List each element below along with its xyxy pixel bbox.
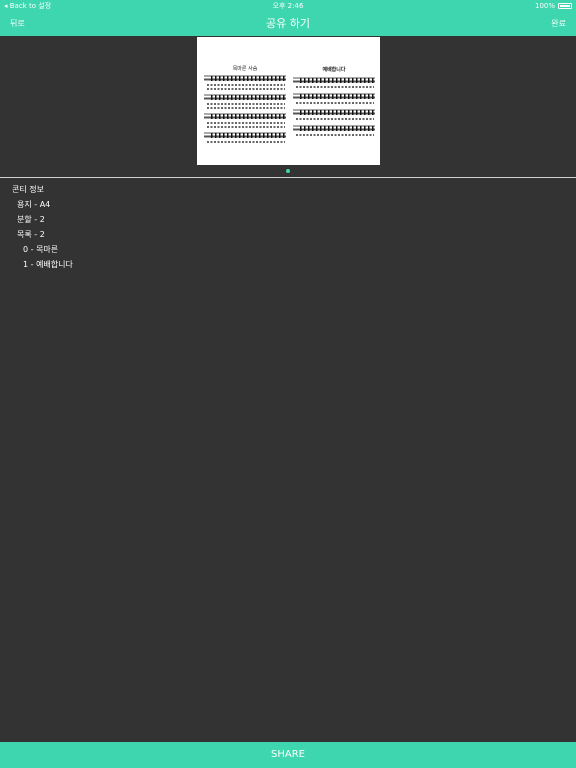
battery-percent: 100% bbox=[534, 2, 555, 10]
page-title: 공유 하기 bbox=[266, 17, 310, 30]
lyric-line bbox=[296, 86, 374, 88]
note-row bbox=[211, 133, 285, 138]
page-indicator-dot[interactable] bbox=[286, 169, 290, 173]
lyric-line bbox=[207, 107, 285, 109]
note-row bbox=[211, 76, 285, 81]
lyric-line bbox=[207, 84, 285, 86]
list-item: 0 - 목마른 bbox=[23, 245, 59, 254]
status-time: 오후 2:46 bbox=[272, 2, 304, 10]
info-list-count: 목록 - 2 bbox=[17, 230, 45, 239]
navigation-bar: 뒤로 공유 하기 완료 bbox=[0, 12, 576, 36]
note-row bbox=[300, 94, 374, 99]
lyric-line bbox=[296, 134, 374, 136]
status-bar: ◂ Back to 설정 오후 2:46 100% bbox=[0, 0, 576, 12]
note-row bbox=[300, 78, 374, 83]
battery-indicator: 100% bbox=[535, 0, 572, 12]
list-item: 1 - 예배합니다 bbox=[23, 260, 73, 269]
info-heading: 콘티 정보 bbox=[12, 185, 44, 194]
note-row bbox=[300, 110, 374, 115]
note-row bbox=[300, 126, 374, 131]
lyric-line bbox=[296, 118, 374, 120]
lyric-line bbox=[207, 88, 285, 90]
note-row bbox=[211, 95, 285, 100]
lyric-line bbox=[207, 126, 285, 128]
done-button[interactable]: 완료 bbox=[551, 12, 566, 36]
info-paper: 용지 - A4 bbox=[17, 200, 51, 209]
battery-icon bbox=[558, 3, 572, 9]
sheet-right-title: 예배합니다 bbox=[322, 67, 346, 73]
lyric-line bbox=[207, 122, 285, 124]
info-split: 분할 - 2 bbox=[17, 215, 45, 224]
sheet-preview[interactable]: 목마른 사슴 예배합니다 bbox=[197, 37, 380, 165]
lyric-line bbox=[207, 141, 285, 143]
lyric-line bbox=[207, 103, 285, 105]
divider bbox=[0, 177, 576, 178]
share-button[interactable]: SHARE bbox=[0, 742, 576, 768]
sheet-right: 예배합니다 bbox=[290, 37, 378, 165]
note-row bbox=[211, 114, 285, 119]
sheet-left-title: 목마른 사슴 bbox=[232, 66, 258, 72]
sheet-left: 목마른 사슴 bbox=[201, 37, 289, 165]
lyric-line bbox=[296, 102, 374, 104]
